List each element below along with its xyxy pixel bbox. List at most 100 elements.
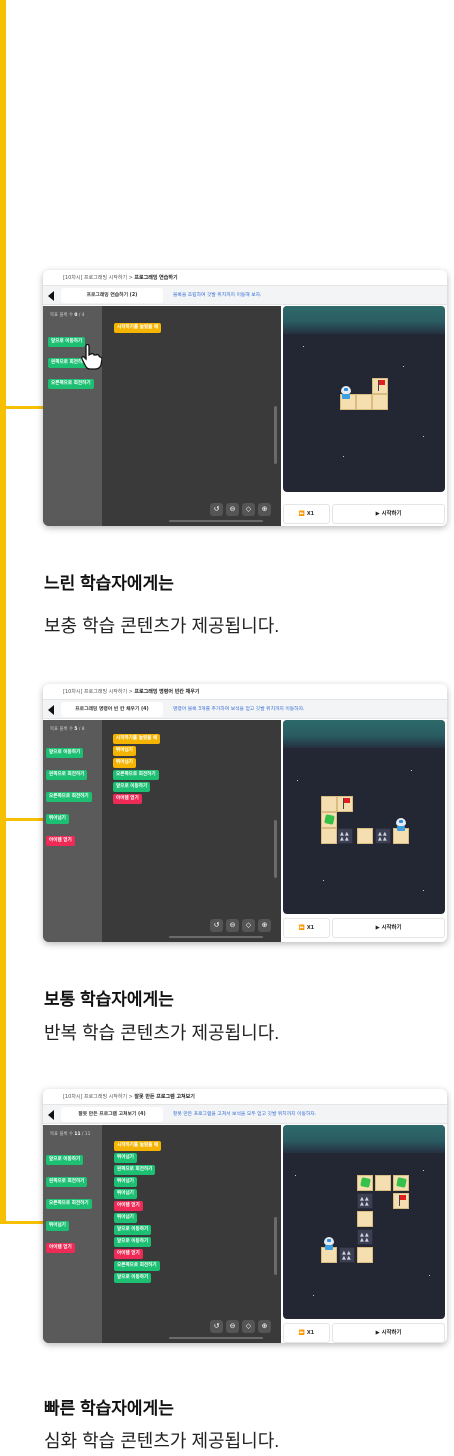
block-palette: 목표 블록 수 0 / 4 앞으로 이동하기 왼쪽으로 회전하기 오른쪽으로 회… <box>43 306 102 526</box>
start-button[interactable]: ▶ 시작하기 <box>332 918 445 938</box>
block-count: 목표 블록 수 5 / 8 <box>50 727 85 732</box>
palette-block[interactable]: 왼쪽으로 회전하기 <box>46 770 88 780</box>
speed-button[interactable]: ⏩ X1 <box>283 1323 330 1343</box>
zoom-out-icon[interactable]: ⊖ <box>226 919 239 932</box>
zoom-in-icon[interactable]: ⊕ <box>258 919 271 932</box>
vertical-scrollbar[interactable] <box>274 820 277 878</box>
lesson-tabbar: 프로그래밍 연습하기 (2) 블록을 조립하여 깃발 위치까지 이동해 보자. <box>43 285 447 305</box>
caption-description: 반복 학습 콘텐츠가 제공됩니다. <box>44 1023 280 1043</box>
script-block[interactable]: 뛰어넘기 <box>113 746 136 756</box>
script-block[interactable]: 앞으로 이동하기 <box>113 782 151 792</box>
path-tile <box>372 394 388 410</box>
fast-forward-icon: ⏩ <box>298 511 307 517</box>
palette-block[interactable]: 앞으로 이동하기 <box>46 748 84 758</box>
speed-button[interactable]: ⏩ X1 <box>283 918 330 938</box>
lesson-hint: 잘못 만든 프로그램을 고쳐서 보석을 모두 얻고 깃발 위치까지 이동하자. <box>173 1112 317 1117</box>
star <box>323 880 325 882</box>
path-tile <box>357 828 373 844</box>
vertical-scrollbar[interactable] <box>274 1217 277 1275</box>
palette-block[interactable]: 오른쪽으로 회전하기 <box>46 792 92 802</box>
script-block[interactable]: 뛰어넘기 <box>114 1177 137 1187</box>
script-block[interactable]: 시작하기를 눌렀을 때 <box>114 1141 162 1151</box>
goal-tile <box>393 1193 409 1209</box>
start-button[interactable]: ▶ 시작하기 <box>332 504 445 524</box>
lesson-card-average: [10차시] 프로그래밍 시작하기 > 프로그래밍 명령어 빈칸 채우기 프로그… <box>43 684 447 942</box>
back-arrow-icon[interactable] <box>48 291 54 301</box>
palette-block[interactable]: 앞으로 이동하기 <box>46 1155 84 1165</box>
speed-button[interactable]: ⏩ X1 <box>283 504 330 524</box>
script-block[interactable]: 뛰어넘기 <box>114 1189 137 1199</box>
lesson-card-slow: [10차시] 프로그래밍 시작하기 > 프로그래밍 연습하기 프로그래밍 연습하… <box>43 270 447 526</box>
script-block[interactable]: 아이템 얻기 <box>114 1249 143 1259</box>
script-block[interactable]: 아이템 얻기 <box>114 1201 143 1211</box>
palette-block[interactable]: 뛰어넘기 <box>46 1221 69 1231</box>
palette-block[interactable]: 오른쪽으로 회전하기 <box>48 379 94 389</box>
lesson-tab[interactable]: 잘못 만든 프로그램 고쳐보기 (4) <box>61 1107 163 1122</box>
zoom-in-icon[interactable]: ⊕ <box>258 503 271 516</box>
undo-icon[interactable]: ↺ <box>210 1320 223 1333</box>
script-block[interactable]: 왼쪽으로 회전하기 <box>114 1165 156 1175</box>
palette-block[interactable]: 아이템 얻기 <box>46 1243 75 1253</box>
horizontal-scrollbar[interactable] <box>169 1337 263 1339</box>
game-canvas: ▲▲ ▲▲ ▲▲ ▲▲ <box>283 720 445 914</box>
moon-surface <box>283 1125 445 1153</box>
zoom-reset-icon[interactable]: ◇ <box>242 919 255 932</box>
start-button[interactable]: ▶ 시작하기 <box>332 1323 445 1343</box>
palette-block[interactable]: 왼쪽으로 회전하기 <box>46 1177 88 1187</box>
zoom-reset-icon[interactable]: ◇ <box>242 503 255 516</box>
timeline-rail <box>0 0 6 1222</box>
script-block[interactable]: 아이템 얻기 <box>113 794 142 804</box>
lesson-tab[interactable]: 프로그래밍 명령어 빈 칸 채우기 (4) <box>61 702 163 717</box>
undo-icon[interactable]: ↺ <box>210 503 223 516</box>
lesson-tab[interactable]: 프로그래밍 연습하기 (2) <box>61 288 163 303</box>
moon-surface <box>283 720 445 748</box>
palette-block[interactable]: 뛰어넘기 <box>46 814 69 824</box>
timeline-branch-3 <box>0 1221 44 1224</box>
star <box>297 780 299 782</box>
zoom-reset-icon[interactable]: ◇ <box>242 1320 255 1333</box>
palette-block[interactable]: 오른쪽으로 회전하기 <box>46 1199 92 1209</box>
hand-cursor-icon <box>81 344 102 370</box>
code-editor[interactable]: 목표 블록 수 0 / 4 앞으로 이동하기 왼쪽으로 회전하기 오른쪽으로 회… <box>43 306 281 526</box>
breadcrumb: [10차시] 프로그래밍 시작하기 > 프로그래밍 명령어 빈칸 채우기 <box>63 689 200 695</box>
horizontal-scrollbar[interactable] <box>169 520 263 522</box>
script-block[interactable]: 뛰어넘기 <box>114 1213 137 1223</box>
game-canvas <box>283 306 445 492</box>
code-editor[interactable]: 목표 블록 수 5 / 8 앞으로 이동하기 왼쪽으로 회전하기 오른쪽으로 회… <box>43 720 281 942</box>
script-block[interactable]: 뛰어넘기 <box>114 1153 137 1163</box>
zoom-in-icon[interactable]: ⊕ <box>258 1320 271 1333</box>
code-editor[interactable]: 목표 블록 수 11 / 11 앞으로 이동하기 왼쪽으로 회전하기 오른쪽으로… <box>43 1125 281 1343</box>
spike-tile: ▲▲ ▲▲ <box>337 828 353 844</box>
script-block[interactable]: 시작하기를 눌렀을 때 <box>114 323 162 333</box>
gem-icon <box>360 1177 371 1188</box>
caption-description: 심화 학습 콘텐츠가 제공됩니다. <box>44 1431 280 1451</box>
zoom-out-icon[interactable]: ⊖ <box>226 503 239 516</box>
timeline-branch-1 <box>0 406 44 409</box>
script-block[interactable]: 앞으로 이동하기 <box>114 1225 152 1235</box>
script-block[interactable]: 오른쪽으로 회전하기 <box>114 1261 160 1271</box>
fast-forward-icon: ⏩ <box>298 1330 307 1336</box>
block-count: 목표 블록 수 11 / 11 <box>50 1132 91 1137</box>
script-block[interactable]: 앞으로 이동하기 <box>114 1237 152 1247</box>
script-block[interactable]: 앞으로 이동하기 <box>114 1273 152 1283</box>
script-block[interactable]: 뛰어넘기 <box>113 758 136 768</box>
zoom-out-icon[interactable]: ⊖ <box>226 1320 239 1333</box>
flag-icon <box>379 380 385 385</box>
palette-block[interactable]: 아이템 얻기 <box>46 836 75 846</box>
gem-tile <box>321 812 337 828</box>
undo-icon[interactable]: ↺ <box>210 919 223 932</box>
breadcrumb: [10차시] 프로그래밍 시작하기 > 프로그래밍 연습하기 <box>63 275 178 281</box>
robot-icon <box>395 818 407 832</box>
script-block[interactable]: 오른쪽으로 회전하기 <box>113 770 159 780</box>
lesson-tabbar: 잘못 만든 프로그램 고쳐보기 (4) 잘못 만든 프로그램을 고쳐서 보석을 … <box>43 1104 447 1124</box>
back-arrow-icon[interactable] <box>48 1110 54 1120</box>
horizontal-scrollbar[interactable] <box>169 936 263 938</box>
back-arrow-icon[interactable] <box>48 705 54 715</box>
script-block[interactable]: 시작하기를 눌렀을 때 <box>113 734 161 744</box>
vertical-scrollbar[interactable] <box>274 406 277 464</box>
zoom-controls: ↺ ⊖ ◇ ⊕ <box>210 919 271 932</box>
path-tile <box>357 1247 373 1263</box>
path-tile <box>356 394 372 410</box>
path-tile <box>375 1175 391 1191</box>
breadcrumb: [10차시] 프로그래밍 시작하기 > 잘못 만든 프로그램 고쳐보기 <box>63 1094 195 1100</box>
